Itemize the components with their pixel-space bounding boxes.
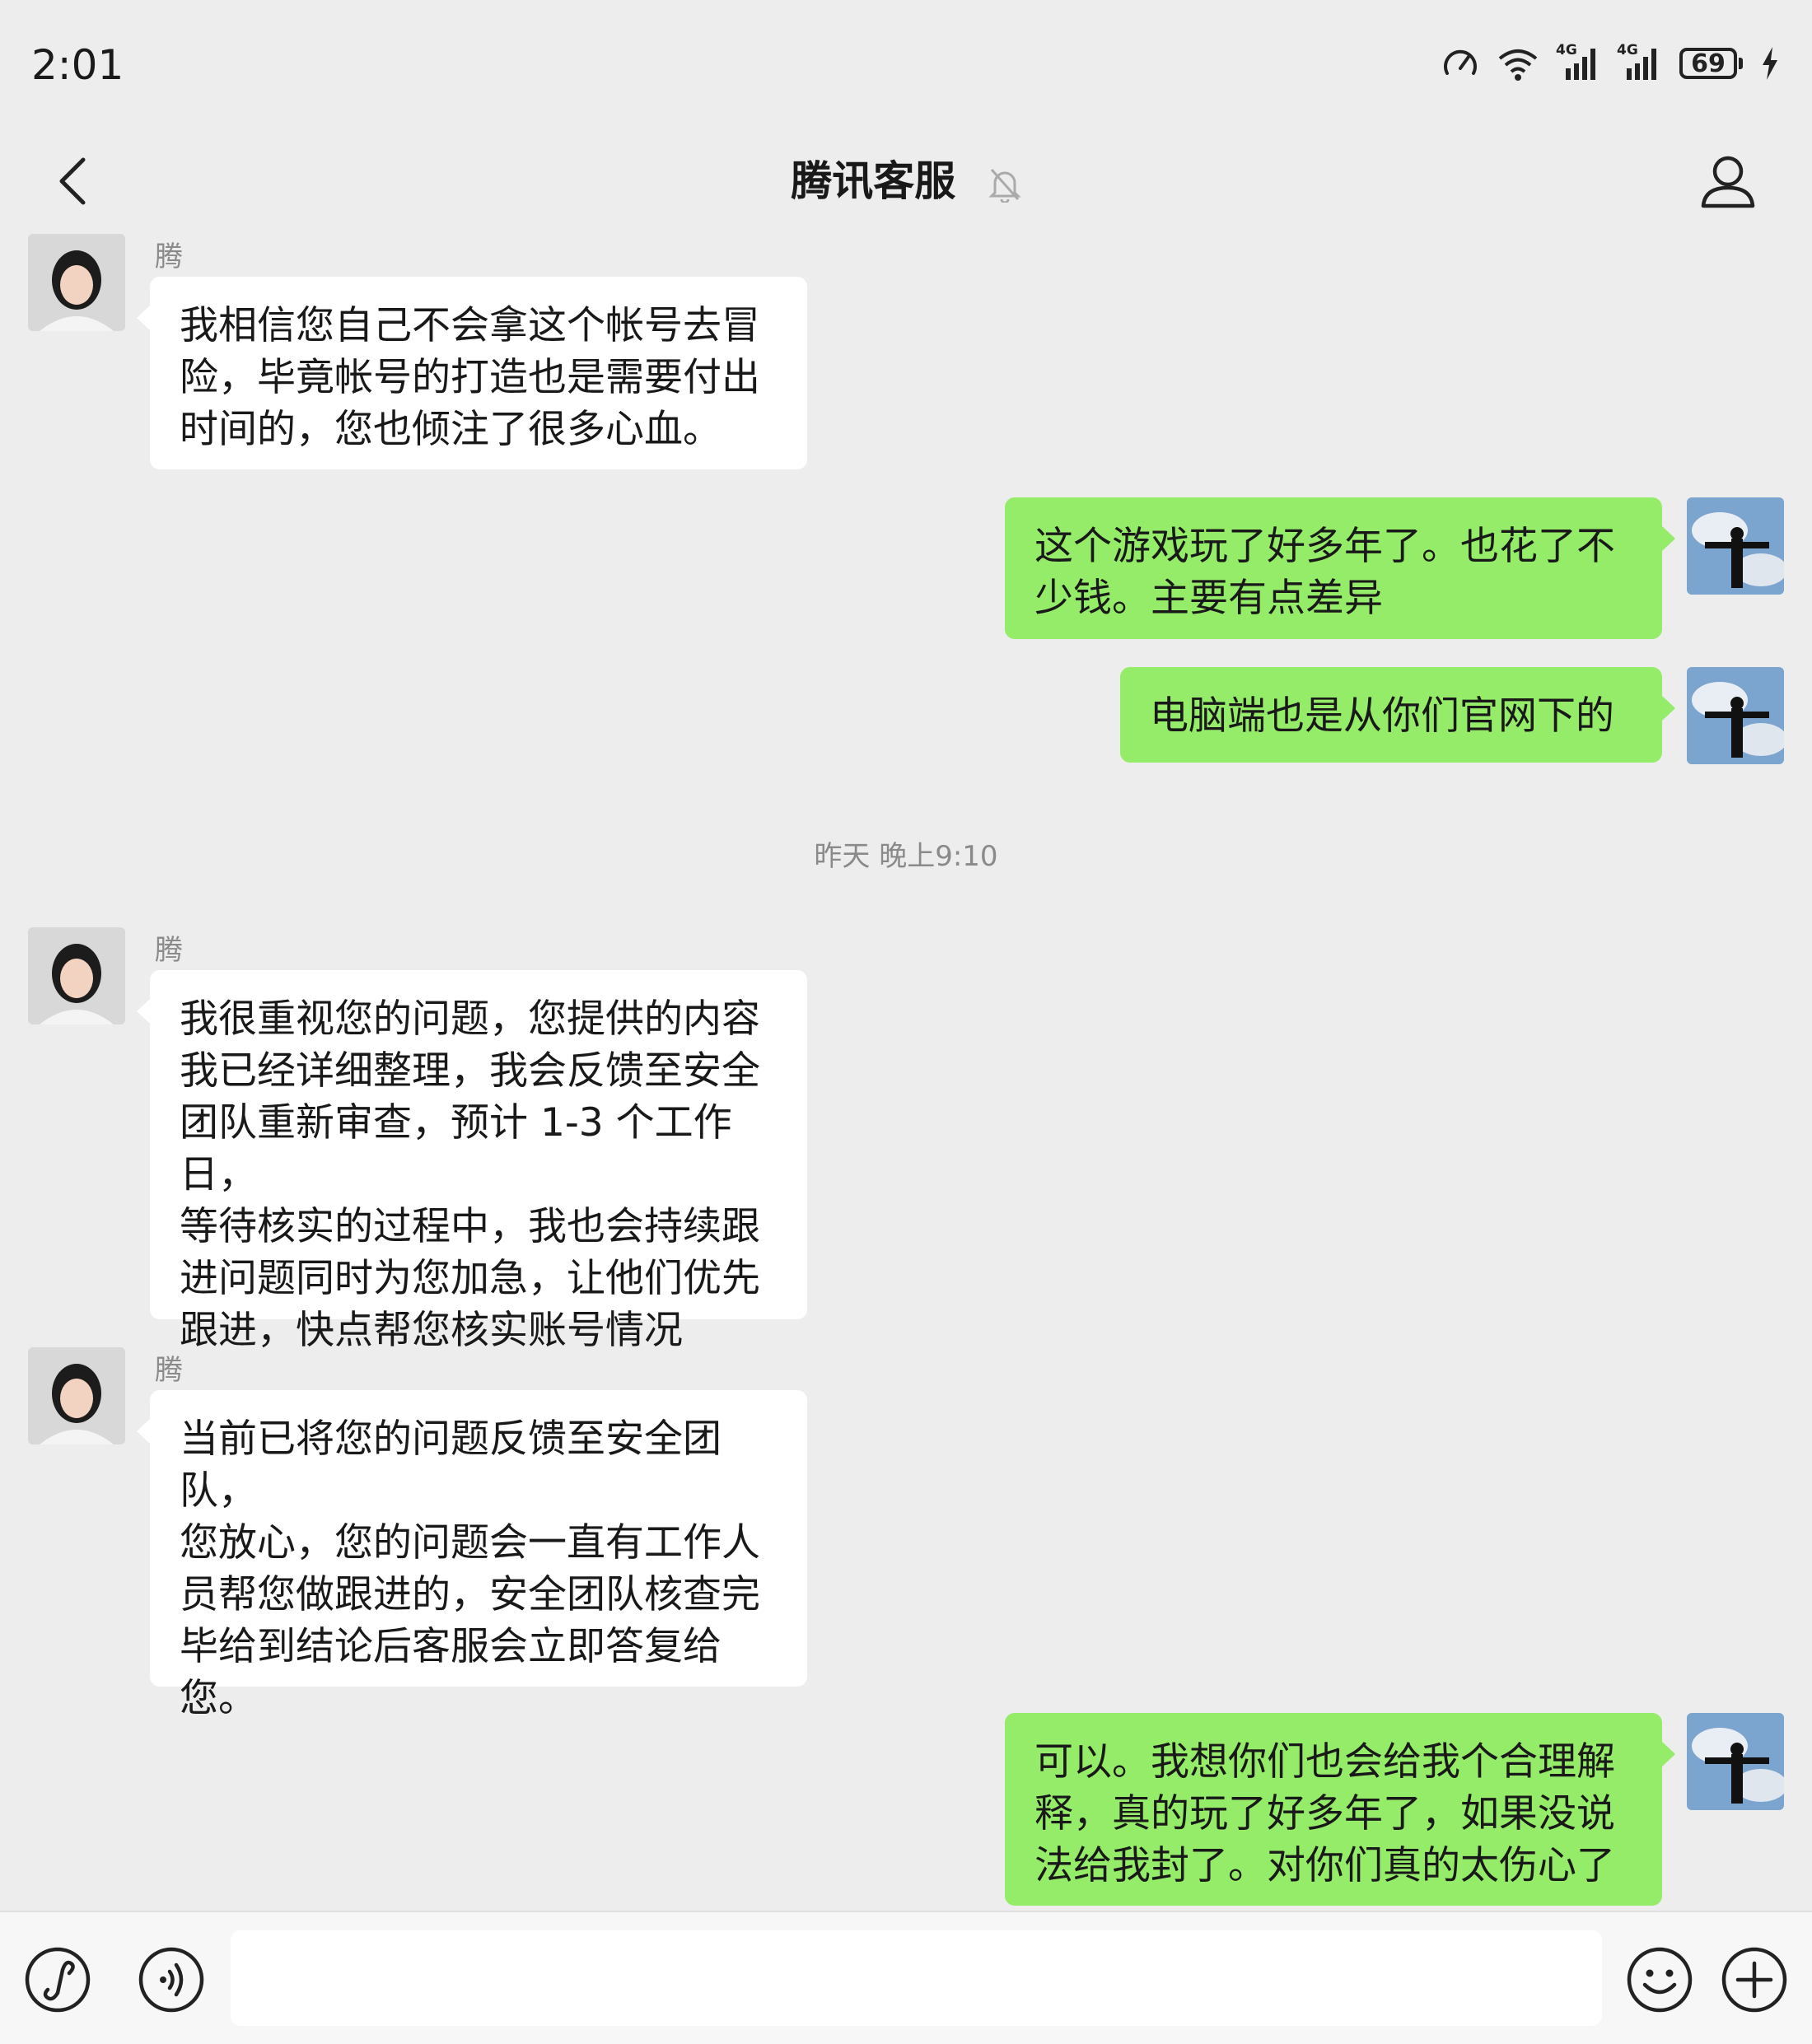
message-bubble[interactable]: 电脑端也是从你们官网下的 — [1120, 667, 1675, 763]
voice-button[interactable] — [137, 1945, 206, 2014]
wifi-icon — [1498, 49, 1538, 81]
message-bubble[interactable]: 当前已将您的问题反馈至安全团队， 您放心，您的问题会一直有工作人 员帮您做跟进的… — [137, 1390, 807, 1721]
user-avatar[interactable] — [1687, 497, 1784, 595]
speedometer-icon — [1444, 49, 1477, 75]
status-time: 2:01 — [31, 41, 124, 89]
time-divider: 昨天 晚上9:10 — [814, 840, 998, 873]
chat-title-text: 腾讯客服 — [791, 157, 956, 205]
chat-info-button[interactable] — [1693, 147, 1763, 216]
status-icons: 4G 4G 69 — [1442, 42, 1779, 84]
person-icon — [1701, 156, 1755, 208]
status-bar: 2:01 4G 4G 69 — [0, 0, 1812, 132]
message-bubble[interactable]: 这个游戏玩了好多年了。也花了不 少钱。主要有点差异 — [1005, 497, 1675, 639]
input-bar — [0, 1911, 1812, 2044]
agent-avatar[interactable] — [28, 927, 125, 1024]
link-icon — [25, 1947, 91, 2013]
agent-avatar[interactable] — [28, 234, 125, 331]
emoji-icon — [1627, 1947, 1693, 2013]
battery-indicator: 69 — [1679, 48, 1743, 79]
voice-icon — [138, 1947, 204, 2013]
message-bubble[interactable]: 可以。我想你们也会给我个合理解 释，真的玩了好多年了，如果没说 法给我封了。对你… — [1005, 1713, 1675, 1906]
mini-program-button[interactable] — [23, 1945, 92, 2014]
user-avatar[interactable] — [1687, 1713, 1784, 1810]
signal-strength-2: 4G — [1617, 42, 1661, 82]
emoji-button[interactable] — [1625, 1945, 1694, 2014]
message-bubble[interactable]: 我相信您自己不会拿这个帐号去冒 险，毕竟帐号的打造也是需要付出 时间的，您也倾注… — [137, 277, 807, 469]
battery-level: 69 — [1679, 48, 1737, 79]
agent-avatar[interactable] — [28, 1347, 125, 1444]
user-avatar[interactable] — [1687, 667, 1784, 764]
chat-header: 腾讯客服 — [0, 132, 1812, 231]
network-type-label: 4G — [1556, 42, 1577, 58]
signal-strength-1: 4G — [1556, 42, 1600, 82]
plus-icon — [1721, 1947, 1787, 2013]
muted-bell-icon — [988, 168, 1021, 203]
chat-title: 腾讯客服 — [0, 148, 1812, 214]
message-list[interactable]: 腾讯客服 我相信您自己不会拿这个帐号去冒 险，毕竟帐号的打造也是需要付出 时间的… — [0, 231, 1812, 1911]
network-type-label: 4G — [1617, 42, 1638, 58]
more-functions-button[interactable] — [1720, 1945, 1789, 2014]
message-bubble[interactable]: 我很重视您的问题，您提供的内容 我已经详细整理，我会反馈至安全 团队重新审查，预… — [137, 970, 807, 1353]
message-input[interactable] — [231, 1930, 1602, 2026]
charging-bolt-icon — [1763, 47, 1777, 80]
